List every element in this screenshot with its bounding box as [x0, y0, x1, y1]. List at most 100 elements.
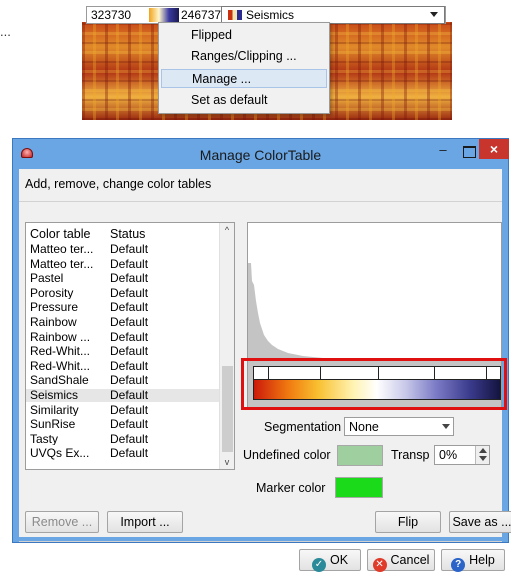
colortable-name: Matteo ter...	[30, 243, 94, 256]
list-item[interactable]: Tasty Default	[26, 433, 219, 446]
cancel-button[interactable]: ✕ Cancel	[367, 549, 435, 572]
column-header-colortable[interactable]: Color table	[30, 227, 90, 241]
help-label: Help	[469, 553, 495, 567]
menu-item-ranges-clipping[interactable]: Ranges/Clipping ...	[161, 47, 327, 66]
list-item[interactable]: Rainbow Default	[26, 316, 219, 329]
colortable-status: Default	[110, 242, 149, 256]
list-item[interactable]: Seismics Default	[26, 389, 219, 402]
list-item[interactable]: Pressure Default	[26, 301, 219, 314]
colortable-name: SandShale	[30, 374, 89, 387]
colortable-status: Default	[110, 271, 149, 286]
marker-color-swatch[interactable]	[335, 477, 383, 498]
highlight-frame	[241, 358, 507, 410]
colortable-status: Default	[110, 388, 149, 402]
cancel-icon: ✕	[372, 558, 387, 572]
undefined-color-swatch[interactable]	[337, 445, 383, 466]
colortable-select-value: Seismics	[246, 8, 295, 22]
colortable-name: Tasty	[30, 432, 59, 446]
segmentation-label: Segmentation	[264, 420, 342, 434]
colortable-status: Default	[110, 329, 149, 344]
list-header: Color table Status	[26, 223, 219, 243]
transparency-spinbox[interactable]: 0%	[434, 445, 490, 465]
spin-up-icon[interactable]	[479, 448, 487, 453]
check-icon: ✓	[311, 558, 326, 572]
maximize-button[interactable]	[459, 143, 479, 161]
segmentation-value: None	[349, 420, 379, 434]
colortable-status: Default	[110, 358, 149, 373]
save-as-button[interactable]: Save as ...	[449, 511, 511, 533]
list-item[interactable]: UVQs Ex... Default	[26, 447, 219, 460]
transparency-value: 0%	[439, 448, 458, 462]
transparency-label: Transp	[391, 448, 430, 462]
dialog-body: Add, remove, change color tables Color t…	[19, 169, 511, 572]
segmentation-select[interactable]: None	[344, 417, 454, 436]
colortable-status: Default	[110, 373, 149, 388]
colortable-status: Default	[110, 402, 149, 417]
seismics-swatch-icon	[228, 10, 242, 20]
scroll-up-icon[interactable]: ^	[222, 225, 232, 235]
colortable-name: SunRise	[30, 418, 76, 431]
manage-colortable-dialog: Manage ColorTable – × Add, remove, chang…	[12, 138, 511, 572]
spin-down-icon[interactable]	[479, 456, 487, 461]
help-button[interactable]: ? Help	[441, 549, 505, 572]
dialog-subtitle: Add, remove, change color tables	[25, 177, 212, 191]
colortable-name: Rainbow	[30, 316, 77, 329]
ok-button[interactable]: ✓ OK	[299, 549, 361, 572]
colortable-status: Default	[110, 315, 149, 329]
list-item[interactable]: Porosity Default	[26, 287, 219, 300]
colortable-status: Default	[110, 256, 149, 271]
ellipsis-text: ...	[0, 24, 11, 39]
context-menu: Flipped Ranges/Clipping ... Manage ... S…	[158, 22, 330, 114]
colortable-status: Default	[110, 300, 149, 315]
colortable-preview[interactable]	[149, 8, 179, 22]
colortable-list[interactable]: Color table Status Matteo ter... Default M…	[25, 222, 235, 470]
close-button[interactable]: ×	[479, 139, 509, 159]
menu-item-flipped[interactable]: Flipped	[161, 26, 327, 45]
spin-buttons[interactable]	[475, 446, 489, 464]
colortable-status: Default	[110, 446, 149, 461]
ok-label: OK	[329, 553, 349, 567]
chevron-down-icon	[439, 418, 453, 435]
footer-divider	[19, 541, 502, 542]
title-bar[interactable]: Manage ColorTable – ×	[13, 139, 509, 169]
list-item[interactable]: Matteo ter... Default	[26, 243, 219, 256]
colortable-max-value[interactable]: 246737	[181, 8, 221, 22]
colortable-name: Pastel	[30, 272, 64, 285]
menu-item-manage[interactable]: Manage ...	[161, 69, 327, 88]
list-item[interactable]: Rainbow ... Default	[26, 331, 219, 344]
colortable-name: Rainbow ...	[30, 330, 91, 344]
menu-item-set-default[interactable]: Set as default	[161, 91, 327, 110]
cancel-label: Cancel	[390, 553, 430, 567]
colortable-name: Red-Whit...	[30, 359, 91, 373]
minimize-button[interactable]: –	[433, 143, 453, 161]
colortable-status: Default	[110, 285, 149, 300]
list-scrollbar[interactable]: ^ v	[219, 223, 234, 469]
colortable-name: Similarity	[30, 403, 79, 417]
list-item[interactable]: SandShale Default	[26, 374, 219, 387]
colortable-status: Default	[110, 344, 149, 359]
list-item[interactable]: Red-Whit... Default	[26, 345, 219, 358]
colortable-name: Red-Whit...	[30, 345, 91, 358]
marker-color-label: Marker color	[256, 481, 326, 495]
list-item[interactable]: Pastel Default	[26, 272, 219, 285]
column-header-status[interactable]: Status	[110, 227, 145, 241]
import-button[interactable]: Import ...	[107, 511, 183, 533]
flip-button[interactable]: Flip	[375, 511, 441, 533]
maximize-icon	[463, 146, 476, 158]
list-item[interactable]: Similarity Default	[26, 404, 219, 417]
colortable-name: Porosity	[30, 286, 74, 300]
scroll-down-icon[interactable]: v	[222, 457, 232, 467]
colortable-name: Seismics	[30, 389, 79, 402]
divider	[19, 201, 502, 202]
undefined-color-label: Undefined color	[243, 448, 331, 462]
remove-button[interactable]: Remove ...	[25, 511, 99, 533]
colortable-status: Default	[110, 431, 149, 446]
list-item[interactable]: Red-Whit... Default	[26, 360, 219, 373]
list-item[interactable]: Matteo ter... Default	[26, 258, 219, 271]
colortable-name: Matteo ter...	[30, 257, 94, 271]
scrollbar-thumb[interactable]	[222, 366, 233, 452]
colortable-name: UVQs Ex...	[30, 447, 90, 460]
colortable-min-value[interactable]: 323730	[91, 8, 131, 22]
list-item[interactable]: SunRise Default	[26, 418, 219, 431]
help-icon: ?	[451, 558, 466, 572]
